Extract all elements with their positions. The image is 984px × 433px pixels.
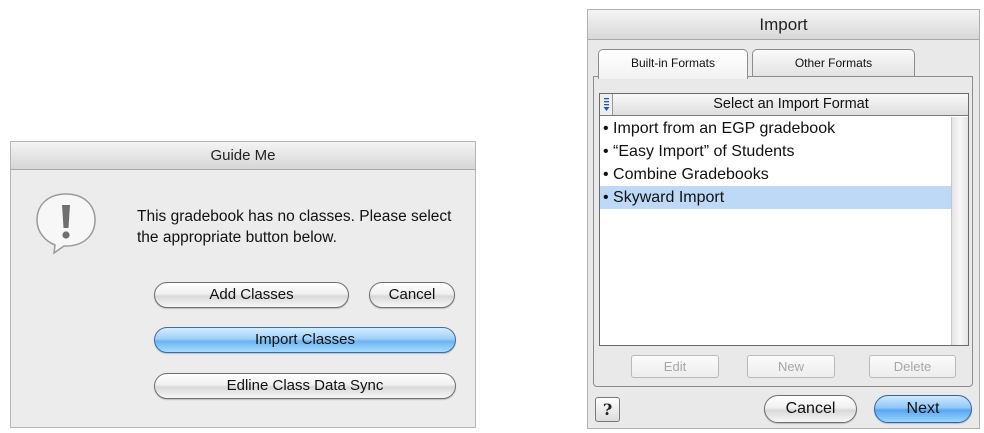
- tab-built-in-formats[interactable]: Built-in Formats: [598, 49, 748, 79]
- next-button[interactable]: Next: [874, 395, 972, 423]
- list-item-skyward-import[interactable]: • Skyward Import: [600, 186, 953, 209]
- list-header: Select an Import Format: [600, 94, 968, 116]
- list-item-easy-import[interactable]: • “Easy Import” of Students: [600, 140, 953, 163]
- edline-class-data-sync-button[interactable]: Edline Class Data Sync: [154, 373, 456, 399]
- import-dialog: Import Built-in Formats Other Formats Se…: [587, 9, 980, 429]
- new-button[interactable]: New: [747, 355, 835, 378]
- alert-icon: [36, 193, 96, 255]
- import-dialog-title: Import: [588, 10, 979, 40]
- help-button[interactable]: ?: [595, 397, 620, 422]
- tab-panel: Select an Import Format • Import from an…: [593, 76, 973, 387]
- edit-button[interactable]: Edit: [631, 355, 719, 378]
- tab-other-formats[interactable]: Other Formats: [752, 49, 915, 77]
- import-format-list: Select an Import Format • Import from an…: [599, 93, 969, 346]
- list-header-label: Select an Import Format: [713, 96, 869, 112]
- guide-me-dialog: Guide Me This gradebook has no classes. …: [10, 141, 476, 428]
- add-classes-button[interactable]: Add Classes: [154, 282, 349, 308]
- import-cancel-button[interactable]: Cancel: [764, 395, 857, 423]
- list-item-egp-gradebook[interactable]: • Import from an EGP gradebook: [600, 117, 953, 140]
- guide-dialog-title: Guide Me: [11, 142, 475, 170]
- vertical-scrollbar[interactable]: [951, 117, 968, 345]
- column-menu-glyph-icon: [603, 98, 610, 111]
- delete-button[interactable]: Delete: [869, 355, 956, 378]
- column-menu-icon[interactable]: [600, 94, 613, 115]
- cancel-button[interactable]: Cancel: [369, 282, 455, 308]
- list-rows: • Import from an EGP gradebook • “Easy I…: [600, 117, 953, 209]
- guide-message: This gradebook has no classes. Please se…: [137, 208, 452, 246]
- list-item-combine-gradebooks[interactable]: • Combine Gradebooks: [600, 163, 953, 186]
- import-classes-button[interactable]: Import Classes: [154, 327, 456, 353]
